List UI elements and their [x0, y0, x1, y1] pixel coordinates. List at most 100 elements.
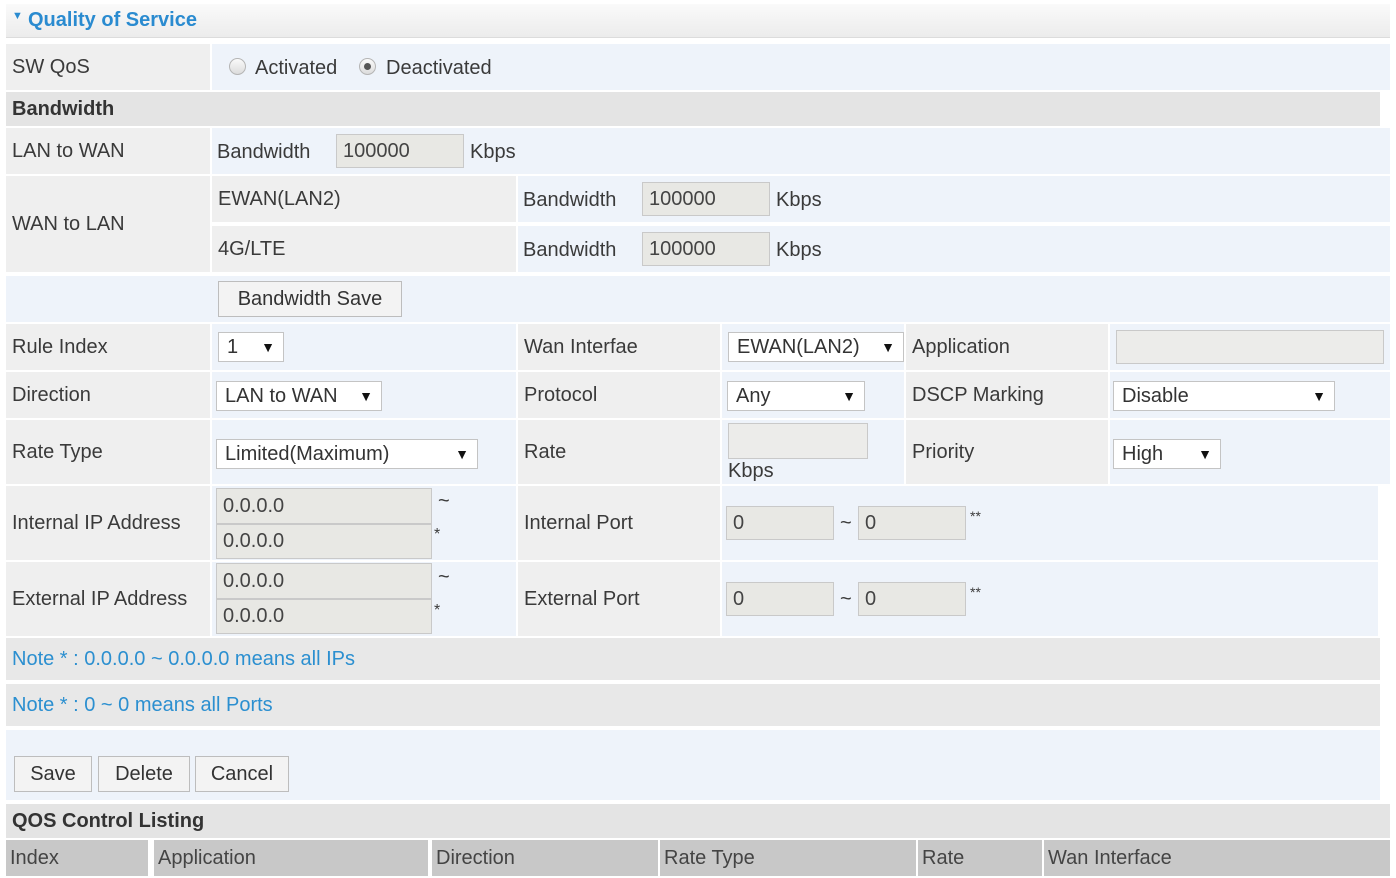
priority-label-cell: Priority: [906, 420, 1108, 484]
dscp-select[interactable]: Disable ▼: [1113, 381, 1335, 411]
internal-ip-value-cell: 0.0.0.0 ~ 0.0.0.0 *: [212, 486, 516, 560]
ip-note-row: Note * : 0.0.0.0 ~ 0.0.0.0 means all IPs: [6, 638, 1380, 680]
external-port-value-cell: 0 ~ 0 **: [722, 562, 1378, 636]
listing-column-header: Rate: [918, 840, 1042, 876]
collapse-triangle-icon[interactable]: ▼: [12, 10, 23, 22]
lte-unit: Kbps: [776, 239, 822, 261]
save-button[interactable]: Save: [14, 756, 92, 792]
page-title: Quality of Service: [28, 9, 197, 31]
rule-index-value-cell: 1 ▼: [212, 324, 516, 370]
direction-value: LAN to WAN: [225, 384, 338, 407]
wan-interface-value: EWAN(LAN2): [737, 335, 860, 358]
internal-port-range-sep: ~: [840, 512, 852, 534]
listing-column-header: Application: [154, 840, 428, 876]
external-port-start-input[interactable]: 0: [726, 582, 834, 616]
wan-to-lan-label-cell: WAN to LAN: [6, 176, 210, 272]
priority-value-cell: High ▼: [1110, 420, 1390, 484]
dscp-value-cell: Disable ▼: [1110, 372, 1390, 418]
external-ip-end-input[interactable]: 0.0.0.0: [216, 599, 432, 634]
listing-header-row: Index Application Direction Rate Type Ra…: [6, 840, 1390, 876]
dropdown-arrow-icon: ▼: [455, 446, 469, 462]
internal-ip-label: Internal IP Address: [12, 511, 181, 534]
dscp-label: DSCP Marking: [912, 383, 1044, 406]
internal-port-value-cell: 0 ~ 0 **: [722, 486, 1378, 560]
bandwidth-save-row: Bandwidth Save: [6, 276, 1390, 322]
column-rate-type-label: Rate Type: [664, 846, 755, 869]
dropdown-arrow-icon: ▼: [261, 339, 275, 355]
wan-interface-value-cell: EWAN(LAN2) ▼: [722, 324, 904, 370]
external-port-range-sep: ~: [840, 588, 852, 610]
rate-input[interactable]: [728, 423, 868, 459]
activated-label[interactable]: Activated: [255, 57, 337, 80]
rate-type-label: Rate Type: [12, 440, 103, 463]
dropdown-arrow-icon: ▼: [1198, 446, 1212, 462]
priority-value: High: [1122, 442, 1164, 465]
external-ip-value-cell: 0.0.0.0 ~ 0.0.0.0 *: [212, 562, 516, 636]
column-rate-label: Rate: [922, 846, 965, 869]
column-wan-interface-label: Wan Interface: [1048, 846, 1172, 869]
dscp-value: Disable: [1122, 384, 1189, 407]
wan-interface-label: Wan Interfae: [524, 335, 638, 358]
internal-port-start-input[interactable]: 0: [726, 506, 834, 540]
column-index-label: Index: [10, 846, 59, 869]
lan-to-wan-label-cell: LAN to WAN: [6, 128, 210, 174]
dropdown-arrow-icon: ▼: [1312, 388, 1326, 404]
ip-note: Note * : 0.0.0.0 ~ 0.0.0.0 means all IPs: [12, 648, 355, 670]
internal-port-end-input[interactable]: 0: [858, 506, 966, 540]
external-port-end-input[interactable]: 0: [858, 582, 966, 616]
wan-to-lan-label: WAN to LAN: [12, 212, 125, 235]
lte-bandwidth-input[interactable]: 100000: [642, 232, 770, 266]
internal-ip-range-sep: ~: [438, 490, 450, 512]
priority-select[interactable]: High ▼: [1113, 439, 1221, 469]
external-port-mark: **: [970, 584, 981, 600]
ewan-bandwidth-label: Bandwidth: [523, 189, 617, 211]
rule-index-label: Rule Index: [12, 335, 108, 358]
dropdown-arrow-icon: ▼: [881, 339, 895, 355]
protocol-value-cell: Any ▼: [722, 372, 904, 418]
sw-qos-value-cell: Activated Deactivated: [212, 44, 1390, 90]
external-ip-range-sep: ~: [438, 566, 450, 588]
protocol-label: Protocol: [524, 383, 598, 406]
application-input[interactable]: [1116, 330, 1384, 364]
lan-to-wan-bandwidth-input[interactable]: 100000: [336, 134, 464, 168]
activated-radio[interactable]: [229, 58, 246, 75]
lan-to-wan-unit: Kbps: [470, 141, 516, 163]
internal-port-label: Internal Port: [524, 511, 633, 534]
external-ip-label-cell: External IP Address: [6, 562, 210, 636]
application-value-cell: [1110, 324, 1390, 370]
title-bar[interactable]: ▼ Quality of Service: [6, 4, 1390, 38]
bandwidth-save-button[interactable]: Bandwidth Save: [218, 281, 402, 317]
dropdown-arrow-icon: ▼: [359, 388, 373, 404]
external-ip-label: External IP Address: [12, 587, 188, 610]
cancel-button[interactable]: Cancel: [195, 756, 289, 792]
lte-value-cell: Bandwidth 100000 Kbps: [518, 226, 1390, 272]
rule-index-label-cell: Rule Index: [6, 324, 210, 370]
column-direction-label: Direction: [436, 846, 515, 869]
external-port-label-cell: External Port: [518, 562, 720, 636]
deactivated-radio[interactable]: [359, 58, 376, 75]
direction-label: Direction: [12, 383, 91, 406]
direction-select[interactable]: LAN to WAN ▼: [216, 381, 382, 411]
ewan-unit: Kbps: [776, 189, 822, 211]
bandwidth-section-header: Bandwidth: [6, 92, 1380, 126]
deactivated-label[interactable]: Deactivated: [386, 57, 492, 80]
rate-type-select[interactable]: Limited(Maximum) ▼: [216, 439, 478, 469]
rate-label: Rate: [524, 440, 567, 463]
rule-index-select[interactable]: 1 ▼: [218, 332, 284, 362]
ewan-bandwidth-input[interactable]: 100000: [642, 182, 770, 216]
rate-unit: Kbps: [728, 460, 774, 482]
port-note-row: Note * : 0 ~ 0 means all Ports: [6, 684, 1380, 726]
ewan-value-cell: Bandwidth 100000 Kbps: [518, 176, 1390, 222]
protocol-value: Any: [736, 384, 771, 407]
listing-column-header: Index: [6, 840, 148, 876]
internal-ip-end-input[interactable]: 0.0.0.0: [216, 524, 432, 559]
wan-interface-select[interactable]: EWAN(LAN2) ▼: [728, 332, 904, 362]
protocol-select[interactable]: Any ▼: [727, 381, 865, 411]
lan-to-wan-value-cell: Bandwidth 100000 Kbps: [212, 128, 1390, 174]
application-label-cell: Application: [906, 324, 1108, 370]
external-ip-start-input[interactable]: 0.0.0.0: [216, 563, 432, 599]
listing-section-header: QOS Control Listing: [6, 804, 1390, 838]
delete-button[interactable]: Delete: [98, 756, 190, 792]
internal-ip-start-input[interactable]: 0.0.0.0: [216, 488, 432, 524]
lte-label: 4G/LTE: [218, 237, 286, 260]
